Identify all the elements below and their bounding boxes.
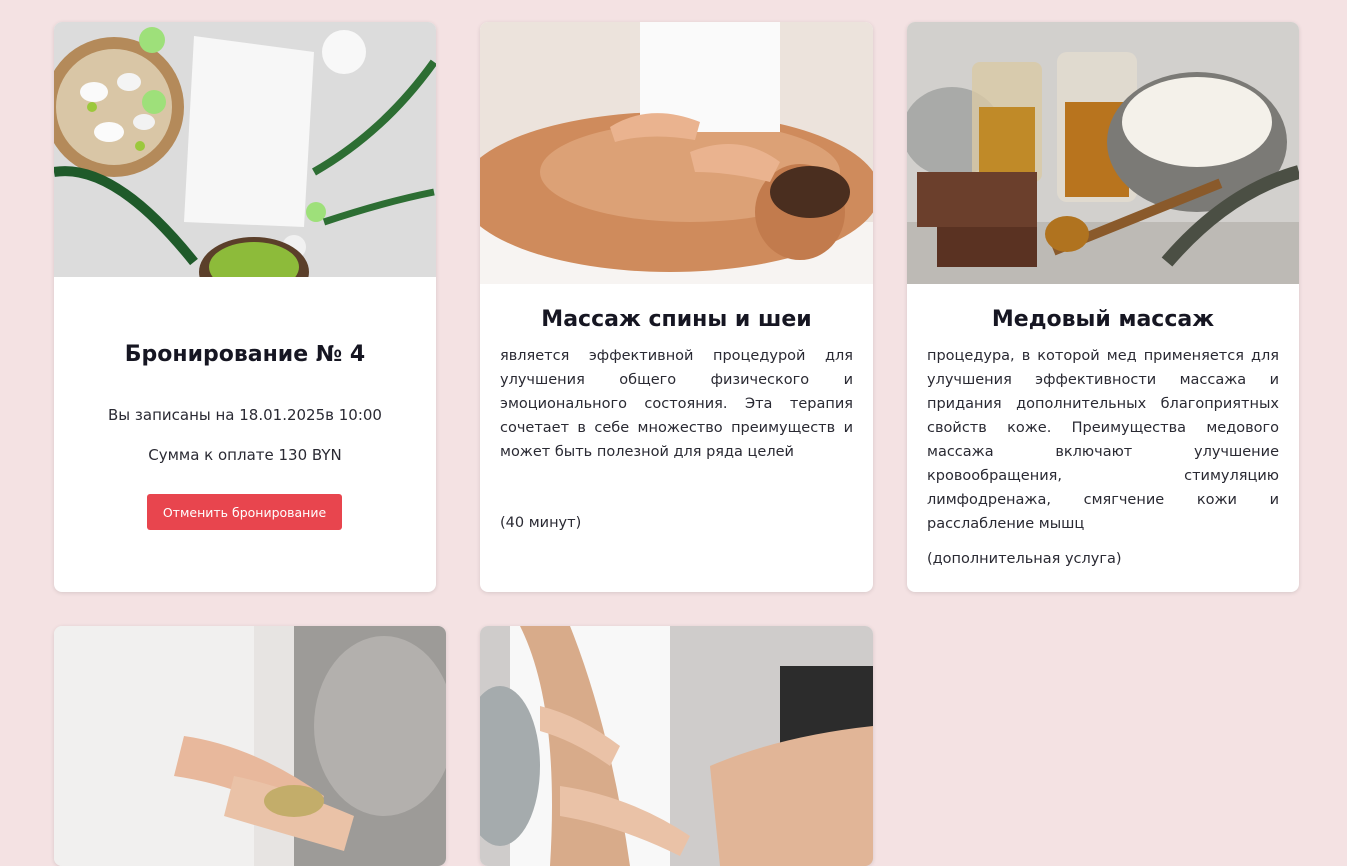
service-card-back-neck-massage[interactable]: Массаж спины и шеи является эффективной … bbox=[480, 22, 873, 592]
back-massage-image bbox=[480, 22, 873, 284]
spa-flatlay-image bbox=[54, 22, 436, 277]
service-title: Массаж спины и шеи bbox=[541, 307, 812, 332]
service-card-honey-massage[interactable]: Медовый массаж процедура, в которой мед … bbox=[907, 22, 1299, 592]
service-duration: (40 минут) bbox=[500, 515, 582, 531]
honey-massage-image bbox=[907, 22, 1299, 284]
booking-date-text: Вы записаны на 18.01.2025в 10:00 bbox=[108, 406, 382, 424]
hand-massage-image bbox=[54, 626, 446, 866]
booking-title: Бронирование № 4 bbox=[124, 342, 366, 367]
service-description: процедура, в которой мед применяется для… bbox=[927, 348, 1279, 532]
cancel-booking-button[interactable]: Отменить бронирование bbox=[147, 494, 342, 530]
service-note: (дополнительная услуга) bbox=[927, 551, 1122, 567]
leg-massage-image bbox=[480, 626, 873, 866]
booking-card: Бронирование № 4 Вы записаны на 18.01.20… bbox=[54, 22, 436, 592]
service-card-hand-massage[interactable] bbox=[54, 626, 446, 866]
service-title: Медовый массаж bbox=[991, 307, 1215, 332]
service-card-leg-massage[interactable] bbox=[480, 626, 873, 866]
service-description: является эффективной процедурой для улуч… bbox=[500, 348, 853, 460]
booking-sum-text: Сумма к оплате 130 BYN bbox=[148, 446, 342, 464]
